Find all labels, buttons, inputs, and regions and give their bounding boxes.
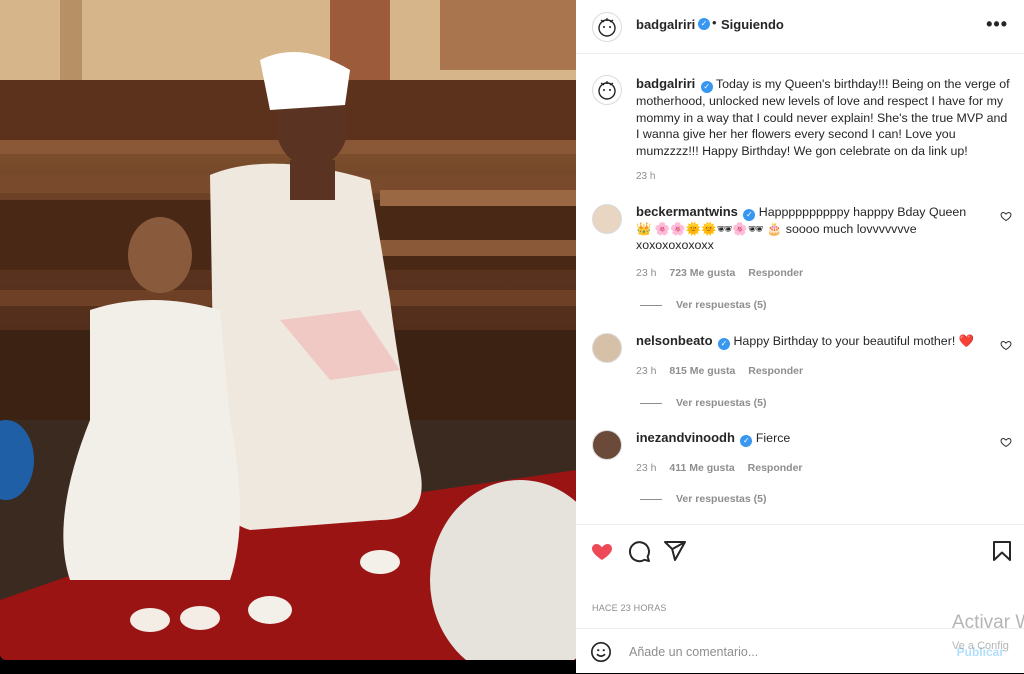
emoji-picker-icon[interactable]	[590, 641, 612, 663]
replies-line	[640, 304, 662, 306]
verified-badge-icon: ✓	[718, 338, 731, 350]
comment-time[interactable]: 23 h	[636, 365, 656, 377]
commenter-username[interactable]: beckermantwins	[636, 204, 738, 219]
heart-filled-icon[interactable]	[590, 539, 614, 563]
following-button[interactable]: Siguiendo	[721, 17, 784, 32]
post-caption: badgalriri ✓ Today is my Queen's birthda…	[636, 76, 1014, 159]
comment-text: Happy Birthday to your beautiful mother!…	[733, 334, 975, 348]
photo-illustration	[0, 0, 576, 660]
view-replies-label: Ver respuestas (5)	[676, 397, 767, 409]
verified-badge-icon: ✓	[740, 435, 753, 447]
verified-badge-icon: ✓	[698, 18, 710, 30]
verified-badge-icon: ✓	[743, 209, 756, 221]
author-avatar[interactable]	[592, 12, 622, 42]
replies-line	[640, 498, 662, 500]
view-replies-button[interactable]: Ver respuestas (5)	[640, 493, 766, 505]
comment-likes[interactable]: 815 Me gusta	[669, 365, 735, 377]
comment-time[interactable]: 23 h	[636, 462, 656, 474]
activation-watermark-title: Activar W	[952, 612, 1024, 633]
commenter-avatar[interactable]	[592, 204, 622, 234]
avatar-doodle-icon	[598, 18, 616, 37]
comment-meta: 23 h 723 Me gusta Responder	[636, 267, 813, 279]
like-comment-heart-icon[interactable]	[1000, 436, 1012, 448]
send-icon[interactable]	[663, 539, 687, 563]
comment-likes[interactable]: 411 Me gusta	[669, 462, 734, 474]
comment-meta: 23 h 411 Me gusta Responder	[636, 462, 813, 474]
caption-timestamp[interactable]: 23 h	[636, 171, 655, 182]
view-replies-button[interactable]: Ver respuestas (5)	[640, 397, 766, 409]
post-actions	[576, 524, 1024, 585]
comment-body: inezandvinoodh ✓ Fierce	[636, 430, 976, 447]
comment-likes[interactable]: 723 Me gusta	[669, 267, 735, 279]
comment-body: beckermantwins ✓ Happppppppppy happpy Bd…	[636, 204, 976, 253]
comment-icon[interactable]	[627, 539, 651, 563]
commenter-username[interactable]: nelsonbeato	[636, 333, 713, 348]
commenter-avatar[interactable]	[592, 333, 622, 363]
bookmark-icon[interactable]	[990, 539, 1014, 563]
reply-button[interactable]: Responder	[748, 267, 803, 279]
reply-button[interactable]: Responder	[748, 462, 803, 474]
comment-text: Fierce	[755, 431, 791, 445]
comment-body: nelsonbeato ✓ Happy Birthday to your bea…	[636, 333, 976, 350]
reply-button[interactable]: Responder	[748, 365, 803, 377]
commenter-username[interactable]: inezandvinoodh	[636, 430, 735, 445]
verified-badge-icon: ✓	[700, 81, 713, 93]
post-photo[interactable]	[0, 0, 576, 660]
commenter-avatar[interactable]	[592, 430, 622, 460]
like-comment-heart-icon[interactable]	[1000, 339, 1012, 351]
caption-author-avatar[interactable]	[592, 75, 622, 105]
more-options-icon[interactable]: •••	[986, 14, 1008, 35]
view-replies-button[interactable]: Ver respuestas (5)	[640, 299, 766, 311]
post-side-panel: badgalriri ✓ • Siguiendo ••• badgalriri …	[576, 0, 1024, 673]
comment-meta: 23 h 815 Me gusta Responder	[636, 365, 813, 377]
post-header: badgalriri ✓ • Siguiendo •••	[576, 0, 1024, 54]
comment-time[interactable]: 23 h	[636, 267, 656, 279]
author-username[interactable]: badgalriri	[636, 17, 695, 32]
comment-input[interactable]	[627, 641, 951, 663]
activation-watermark-subtitle: Ve a Config	[952, 640, 1009, 652]
avatar-doodle-icon	[598, 81, 616, 100]
separator-dot: •	[712, 15, 717, 30]
view-replies-label: Ver respuestas (5)	[676, 299, 767, 311]
replies-line	[640, 402, 662, 404]
like-comment-heart-icon[interactable]	[1000, 210, 1012, 222]
view-replies-label: Ver respuestas (5)	[676, 493, 767, 505]
post-timestamp[interactable]: HACE 23 HORAS	[592, 603, 667, 613]
caption-username[interactable]: badgalriri	[636, 76, 695, 91]
